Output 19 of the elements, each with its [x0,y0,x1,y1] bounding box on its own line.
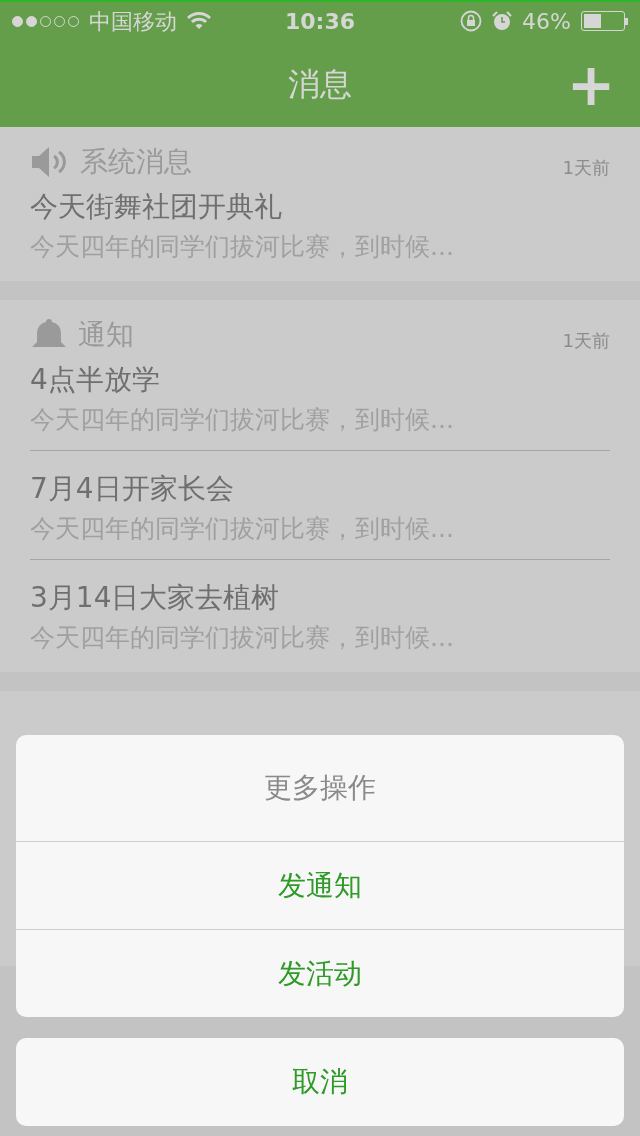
rotation-lock-icon [460,10,483,32]
message-time: 1天前 [562,328,610,353]
cancel-button[interactable]: 取消 [16,1038,624,1126]
carrier-name: 中国移动 [89,7,177,36]
action-sheet-title: 更多操作 [263,770,377,806]
alarm-clock-icon [492,11,513,31]
battery-icon [581,11,628,31]
page-title: 消息 [288,63,352,105]
action-button[interactable]: 发通知 [16,841,624,929]
add-button[interactable]: + [570,64,612,106]
status-time: 10:36 [285,7,355,36]
wifi-icon [187,12,211,30]
message-time: 1天前 [562,155,610,180]
action-button[interactable]: 发活动 [16,929,624,1017]
message-title: 3月14日大家去植树 [30,580,281,616]
message-title: 4点半放学 [30,362,161,398]
message-title: 今天街舞社团开典礼 [30,189,283,225]
message-title: 7月4日开家长会 [30,471,235,507]
battery-percentage: 46% [522,7,571,36]
